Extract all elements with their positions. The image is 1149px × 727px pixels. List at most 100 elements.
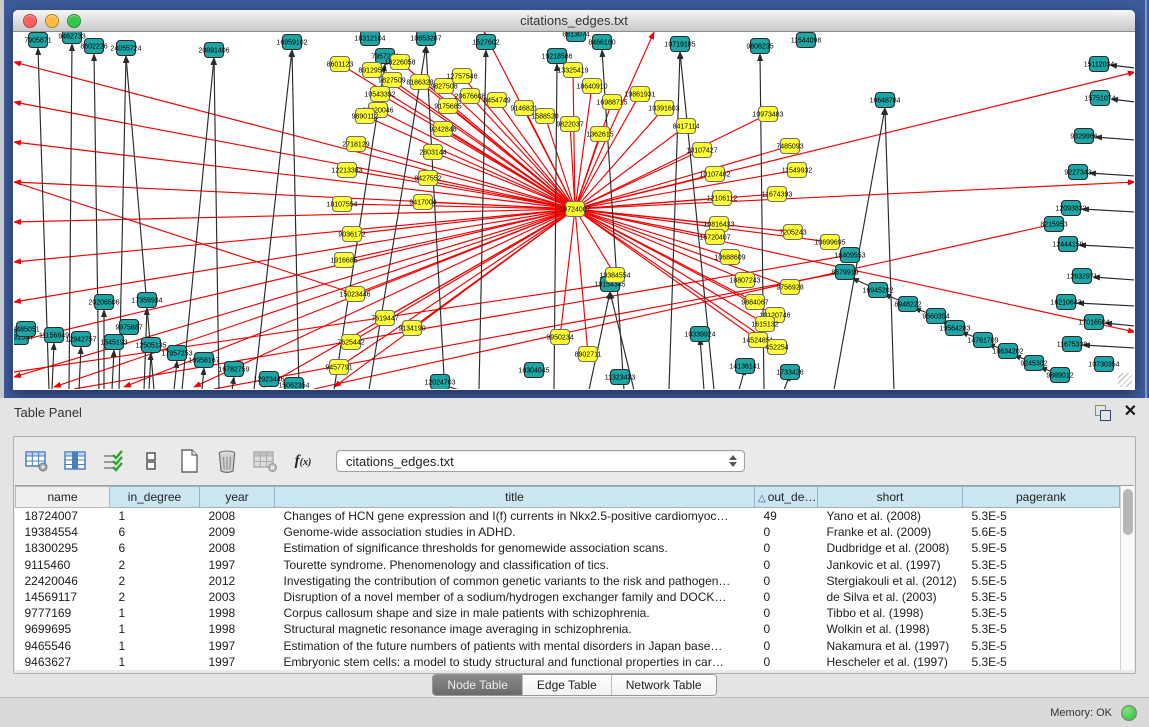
window-titlebar[interactable]: citations_edges.txt xyxy=(13,10,1135,32)
table-cell[interactable]: 22420046 xyxy=(16,573,110,589)
table-cell[interactable]: 0 xyxy=(755,573,818,589)
table-cell[interactable]: 1998 xyxy=(200,621,275,637)
table-cell[interactable]: 1 xyxy=(110,654,200,670)
delete-rows-button[interactable] xyxy=(210,445,244,477)
table-cell[interactable]: 2008 xyxy=(200,540,275,556)
table-cell[interactable]: 2 xyxy=(110,557,200,573)
table-cell[interactable]: Franke et al. (2009) xyxy=(818,524,963,540)
table-cell[interactable]: 0 xyxy=(755,557,818,573)
function-builder-button[interactable]: f(x) xyxy=(286,445,320,477)
table-cell[interactable]: 2009 xyxy=(200,524,275,540)
column-header-year[interactable]: year xyxy=(200,487,275,508)
table-cell[interactable]: Corpus callosum shape and size in male p… xyxy=(275,605,755,621)
table-cell[interactable]: 1997 xyxy=(200,654,275,670)
table-cell[interactable]: 18300295 xyxy=(16,540,110,556)
table-row[interactable]: 1872400712008Changes of HCN gene express… xyxy=(16,508,1120,525)
column-header-title[interactable]: title xyxy=(275,487,755,508)
table-row[interactable]: 946362711997Embryonic stem cells: a mode… xyxy=(16,654,1120,670)
delete-table-button[interactable] xyxy=(248,445,282,477)
table-row[interactable]: 1830029562008Estimation of significance … xyxy=(16,540,1120,556)
table-cell[interactable]: Structural magnetic resonance image aver… xyxy=(275,621,755,637)
tab-network-table[interactable]: Network Table xyxy=(611,675,716,695)
select-column-button[interactable] xyxy=(58,445,92,477)
scrollbar-thumb[interactable] xyxy=(1123,489,1133,535)
row-height-button[interactable] xyxy=(134,445,168,477)
table-row[interactable]: 969969511998Structural magnetic resonanc… xyxy=(16,621,1120,637)
select-all-button[interactable] xyxy=(96,445,130,477)
table-cell[interactable]: 14569117 xyxy=(16,589,110,605)
table-cell[interactable]: Yano et al. (2008) xyxy=(818,508,963,525)
table-cell[interactable]: 18724007 xyxy=(16,508,110,525)
table-cell[interactable]: 5.3E-5 xyxy=(963,589,1120,605)
table-cell[interactable]: Wolkin et al. (1998) xyxy=(818,621,963,637)
table-row[interactable]: 1938455462009Genome-wide association stu… xyxy=(16,524,1120,540)
table-cell[interactable]: Investigating the contribution of common… xyxy=(275,573,755,589)
table-cell[interactable]: 2012 xyxy=(200,573,275,589)
table-cell[interactable]: Estimation of the future numbers of pati… xyxy=(275,638,755,654)
table-cell[interactable]: 2008 xyxy=(200,508,275,525)
table-cell[interactable]: 1 xyxy=(110,508,200,525)
table-cell[interactable]: 0 xyxy=(755,638,818,654)
citation-network-graph[interactable]: 7905871946273386022262405572420891406169… xyxy=(14,32,1134,389)
window-resize-grip[interactable] xyxy=(1118,373,1132,387)
table-cell[interactable]: 19384554 xyxy=(16,524,110,540)
table-cell[interactable]: 2 xyxy=(110,589,200,605)
table-cell[interactable]: 49 xyxy=(755,508,818,525)
table-cell[interactable]: 5.3E-5 xyxy=(963,621,1120,637)
table-row[interactable]: 977716911998Corpus callosum shape and si… xyxy=(16,605,1120,621)
table-cell[interactable]: 5.3E-5 xyxy=(963,557,1120,573)
table-cell[interactable]: Tibbo et al. (1998) xyxy=(818,605,963,621)
column-header-pagerank[interactable]: pagerank xyxy=(963,487,1120,508)
table-cell[interactable]: 2 xyxy=(110,573,200,589)
table-cell[interactable]: 1997 xyxy=(200,638,275,654)
table-cell[interactable]: Nakamura et al. (1997) xyxy=(818,638,963,654)
column-header-name[interactable]: name xyxy=(16,487,110,508)
table-row[interactable]: 2242004622012Investigating the contribut… xyxy=(16,573,1120,589)
table-cell[interactable]: Tourette syndrome. Phenomenology and cla… xyxy=(275,557,755,573)
table-row[interactable]: 911546021997Tourette syndrome. Phenomeno… xyxy=(16,557,1120,573)
table-cell[interactable]: 9115460 xyxy=(16,557,110,573)
column-header-in_degree[interactable]: in_degree xyxy=(110,487,200,508)
table-cell[interactable]: 0 xyxy=(755,589,818,605)
table-cell[interactable]: 0 xyxy=(755,621,818,637)
table-scrollbar[interactable] xyxy=(1120,486,1134,670)
table-cell[interactable]: 0 xyxy=(755,524,818,540)
tab-node-table[interactable]: Node Table xyxy=(433,675,522,695)
table-cell[interactable]: 5.3E-5 xyxy=(963,654,1120,670)
column-header-out_degree[interactable]: △out_de… xyxy=(755,487,818,508)
zoom-window-icon[interactable] xyxy=(67,14,81,28)
memory-status-icon[interactable] xyxy=(1121,705,1137,721)
table-cell[interactable]: 1 xyxy=(110,638,200,654)
table-cell[interactable]: 5.9E-5 xyxy=(963,540,1120,556)
table-cell[interactable]: 0 xyxy=(755,540,818,556)
table-cell[interactable]: de Silva et al. (2003) xyxy=(818,589,963,605)
close-icon[interactable]: ✕ xyxy=(1124,402,1137,422)
network-canvas[interactable]: 7905871946273386022262405572420891406169… xyxy=(14,32,1134,389)
table-cell[interactable]: 2003 xyxy=(200,589,275,605)
table-cell[interactable]: Changes of HCN gene expression and I(f) … xyxy=(275,508,755,525)
network-view-window[interactable]: citations_edges.txt 79058719462733860222… xyxy=(13,10,1135,390)
float-window-icon[interactable] xyxy=(1095,405,1111,421)
table-cell[interactable]: 9463627 xyxy=(16,654,110,670)
table-settings-button[interactable] xyxy=(20,445,54,477)
column-header-short[interactable]: short xyxy=(818,487,963,508)
table-cell[interactable]: 1997 xyxy=(200,557,275,573)
table-cell[interactable]: Jankovic et al. (1997) xyxy=(818,557,963,573)
table-cell[interactable]: Stergiakouli et al. (2012) xyxy=(818,573,963,589)
new-table-button[interactable] xyxy=(172,445,206,477)
table-cell[interactable]: Hescheler et al. (1997) xyxy=(818,654,963,670)
table-cell[interactable]: Estimation of significance thresholds fo… xyxy=(275,540,755,556)
table-cell[interactable]: Disruption of a novel member of a sodium… xyxy=(275,589,755,605)
table-cell[interactable]: 0 xyxy=(755,605,818,621)
table-row[interactable]: 946554611997Estimation of the future num… xyxy=(16,638,1120,654)
table-cell[interactable]: 6 xyxy=(110,524,200,540)
table-cell[interactable]: Embryonic stem cells: a model to study s… xyxy=(275,654,755,670)
table-cell[interactable]: 5.6E-5 xyxy=(963,524,1120,540)
table-selector[interactable]: citations_edges.txt xyxy=(336,450,745,472)
table-cell[interactable]: 9465546 xyxy=(16,638,110,654)
table-cell[interactable]: 9699695 xyxy=(16,621,110,637)
table-cell[interactable]: 6 xyxy=(110,540,200,556)
table-cell[interactable]: Dudbridge et al. (2008) xyxy=(818,540,963,556)
minimize-window-icon[interactable] xyxy=(45,14,59,28)
tab-edge-table[interactable]: Edge Table xyxy=(522,675,611,695)
